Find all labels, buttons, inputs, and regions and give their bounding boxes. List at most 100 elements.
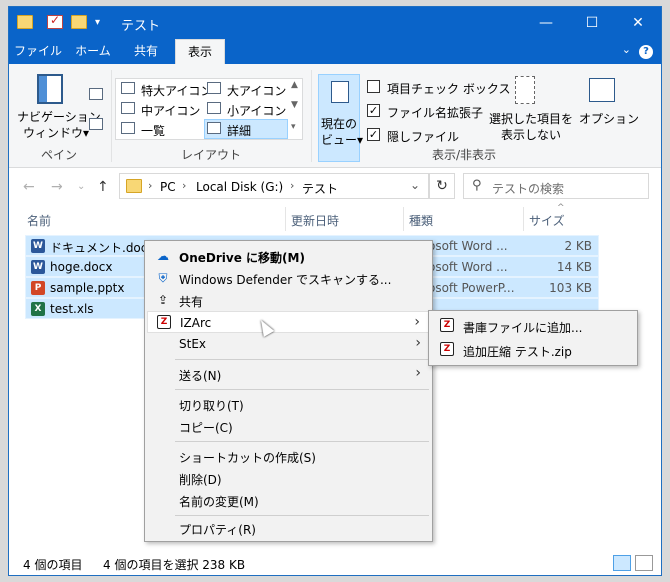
share-icon: ⇪ [157,293,169,307]
group-label-layout: レイアウト [180,148,241,162]
chevron-right-icon: › [415,365,421,381]
powerpoint-file-icon: P [31,281,45,295]
hidden-files-label[interactable]: 隠しファイル [387,128,459,145]
customize-quick-access-icon[interactable]: ▾ [95,17,100,28]
breadcrumb-pc[interactable]: PC [160,180,176,194]
column-divider[interactable] [403,207,404,231]
current-view-button[interactable]: 現在の ビュー▾ [318,74,363,162]
navigation-bar: ← → ⌄ ↑ › PC › Local Disk (G:) › テスト ⌄ ↻… [9,169,661,205]
chevron-right-icon[interactable]: › [290,179,294,192]
breadcrumb-folder[interactable]: テスト [302,180,338,197]
menu-item-rename[interactable]: 名前の変更(M) [147,489,431,511]
chevron-right-icon[interactable]: › [182,179,186,192]
search-box[interactable]: ⚲ テストの検索 [463,173,649,199]
layout-extra-large[interactable]: 特大アイコン [141,82,212,99]
item-checkbox-label[interactable]: 項目チェック ボックス [387,80,510,97]
column-divider[interactable] [285,207,286,231]
forward-arrow-icon[interactable]: → [51,179,63,195]
tab-share[interactable]: 共有 [123,39,169,64]
gallery-more-icon[interactable]: ▾ [291,122,296,132]
hide-selected-label-2[interactable]: 表示しない [501,126,561,143]
chevron-down-icon[interactable]: ⌄ [622,43,631,56]
word-file-icon: W [31,239,45,253]
up-arrow-icon[interactable]: ↑ [97,179,109,195]
hide-selected-icon[interactable] [515,76,535,104]
menu-item-create-shortcut[interactable]: ショートカットの作成(S) [147,445,431,467]
column-header-name[interactable]: 名前 [27,212,51,229]
menu-item-stex[interactable]: StEx › [147,333,431,355]
chevron-down-icon[interactable]: ⌄ [410,178,420,192]
folder-icon [17,15,33,29]
menu-item-copy[interactable]: コピー(C) [147,415,431,437]
hidden-files-checkbox[interactable]: ✓ [367,128,380,141]
preview-pane-icon[interactable] [89,88,103,100]
column-header-size[interactable]: サイズ [529,212,565,229]
maximize-icon[interactable]: ☐ [569,7,615,39]
file-size: 2 KB [564,239,592,253]
details-pane-icon[interactable] [89,118,103,130]
tab-home[interactable]: ホーム [69,39,117,64]
details-view-icon[interactable] [613,555,631,571]
breadcrumb-drive[interactable]: Local Disk (G:) [196,180,283,194]
title-bar[interactable]: ▾ テスト — ☐ ✕ [9,7,661,39]
divider [311,70,312,162]
layout-details[interactable]: 詳細 [227,122,251,139]
current-view-icon [331,81,349,103]
tab-view[interactable]: 表示 [175,39,225,64]
options-label[interactable]: オプション [579,110,639,127]
gallery-up-icon[interactable]: ▲ [291,80,298,90]
file-ext-label[interactable]: ファイル名拡張子 [387,104,483,121]
large-icons-view-icon[interactable] [635,555,653,571]
medium-icons-icon [121,102,135,114]
menu-item-delete[interactable]: 削除(D) [147,467,431,489]
file-name: ドキュメント.docx [50,241,155,255]
nav-pane-label-2[interactable]: ウィンドウ▾ [23,124,89,141]
refresh-icon[interactable]: ↻ [429,173,455,199]
menu-item-onedrive[interactable]: ☁ OneDrive に移動(M) [147,245,431,267]
properties-icon[interactable] [47,13,63,29]
file-ext-checkbox[interactable]: ✓ [367,104,380,117]
menu-separator [175,359,429,360]
close-icon[interactable]: ✕ [615,7,661,39]
search-input[interactable]: テストの検索 [492,180,564,197]
menu-separator [175,441,429,442]
gallery-down-icon[interactable]: ▼ [291,100,298,110]
layout-small[interactable]: 小アイコン [227,102,286,119]
file-type: osoft Word ... [428,260,508,274]
hide-selected-label[interactable]: 選択した項目を [489,110,573,127]
file-name: hoge.docx [50,260,113,274]
layout-medium[interactable]: 中アイコン [141,102,200,119]
menu-item-defender[interactable]: ⛨ Windows Defender でスキャンする... [147,267,431,289]
back-arrow-icon[interactable]: ← [23,179,35,195]
menu-item-cut[interactable]: 切り取り(T) [147,393,431,415]
extra-large-icons-icon [121,82,135,94]
menu-item-send-to[interactable]: 送る(N) › [147,363,431,385]
chevron-right-icon[interactable]: › [148,179,152,192]
column-header-modified[interactable]: 更新日時 [291,212,339,229]
recent-dropdown-icon[interactable]: ⌄ [77,181,85,192]
menu-item-izarc[interactable]: Z IZArc › [147,311,431,333]
defender-icon: ⛨ [158,271,168,285]
menu-item-properties[interactable]: プロパティ(R) [147,517,431,539]
submenu-item-add-archive[interactable]: Z 書庫ファイルに追加... [431,315,635,337]
address-bar[interactable]: › PC › Local Disk (G:) › テスト ⌄ [119,173,429,199]
ribbon: ナビゲーション ウィンドウ▾ ペイン 特大アイコン 大アイコン 中アイコン 小ア… [9,64,661,168]
selection-info: 4 個の項目を選択 238 KB [103,558,246,572]
menu-item-share[interactable]: ⇪ 共有 [147,289,431,311]
file-name: sample.pptx [50,281,125,295]
options-icon[interactable] [589,78,615,102]
column-header-type[interactable]: 種類 [409,212,433,229]
layout-large[interactable]: 大アイコン [227,82,286,99]
item-checkbox-toggle[interactable] [367,80,380,93]
column-divider[interactable] [523,207,524,231]
new-folder-icon[interactable] [71,15,87,29]
layout-list[interactable]: 一覧 [141,122,165,139]
large-icons-icon [207,82,221,94]
help-icon[interactable]: ? [639,45,653,59]
window-title: テスト [121,19,161,34]
navigation-pane-icon[interactable] [37,74,63,104]
minimize-icon[interactable]: — [523,7,569,39]
submenu-item-add-zip[interactable]: Z 追加圧縮 テスト.zip [431,339,635,361]
menu-separator [175,389,429,390]
tab-file[interactable]: ファイル [13,39,63,64]
